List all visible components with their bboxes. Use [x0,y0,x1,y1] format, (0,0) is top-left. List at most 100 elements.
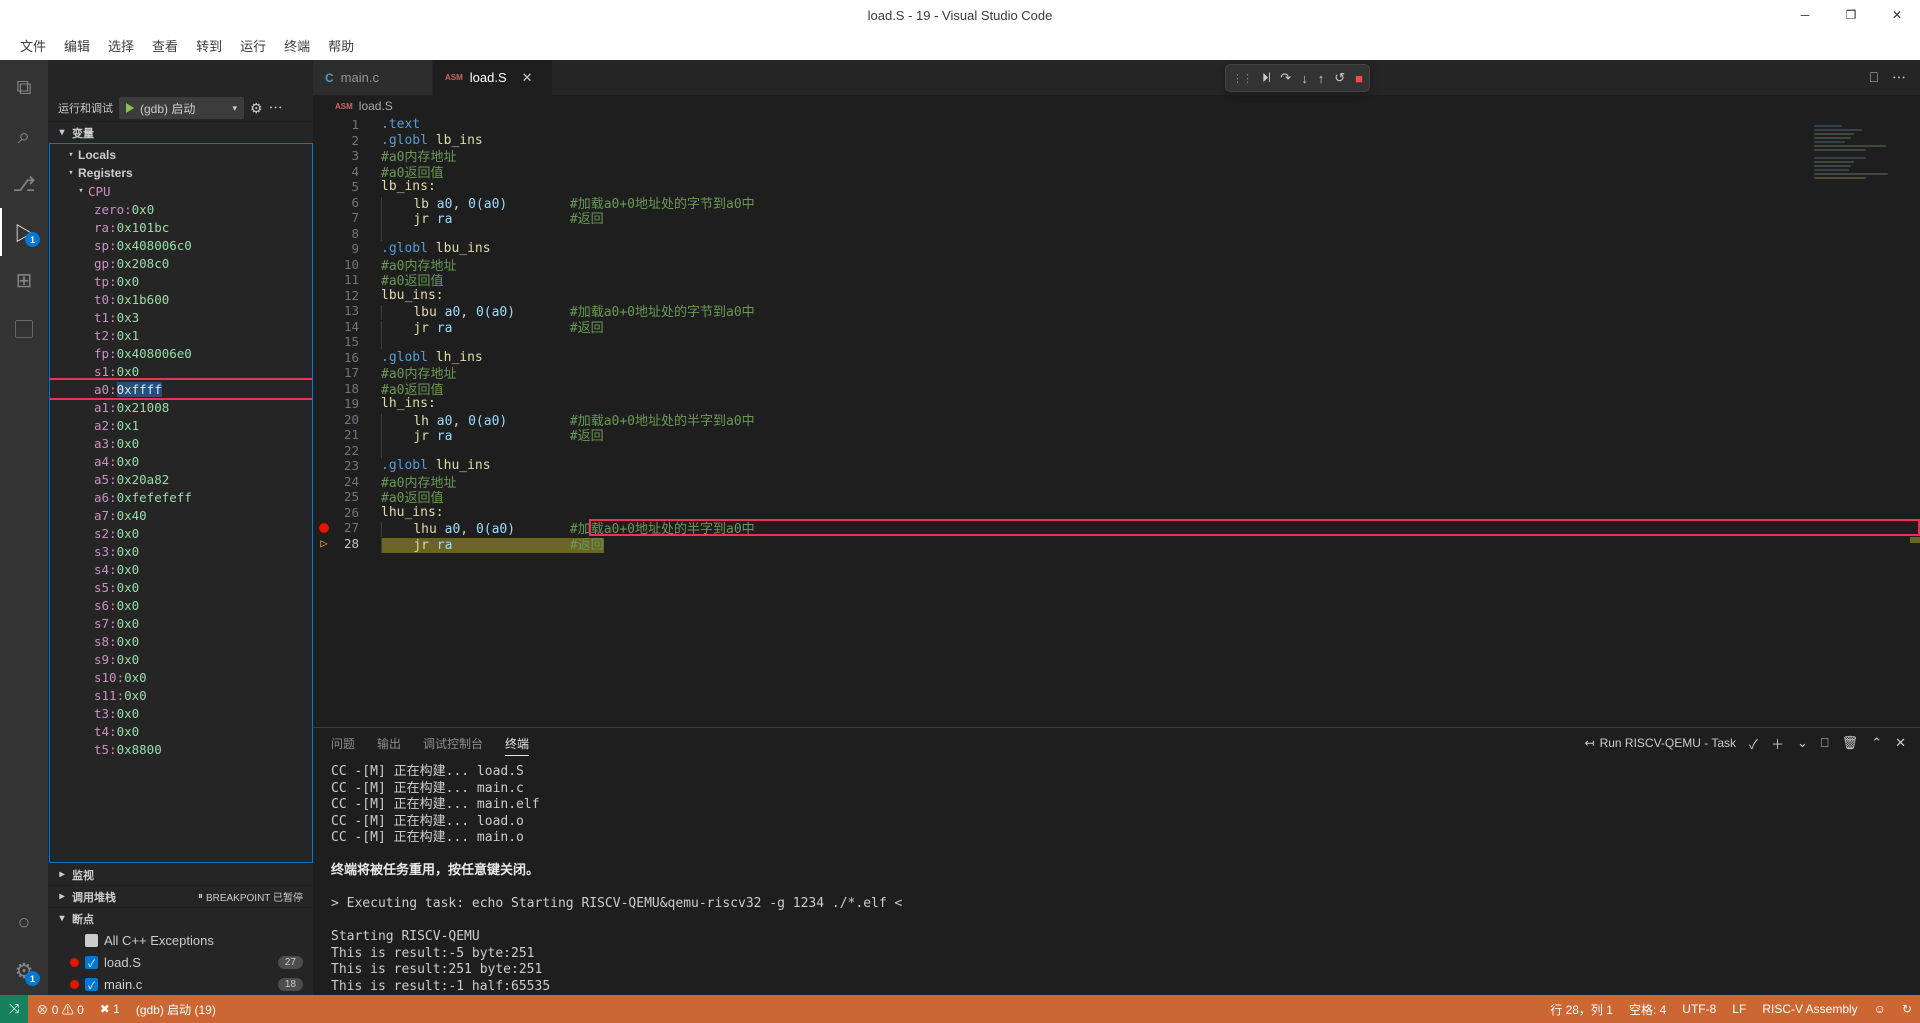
register-row-a6[interactable]: a6: 0xfefefeff [50,488,312,506]
terminal-task-name[interactable]: ↤ Run RISCV-QEMU - Task [1585,736,1737,750]
minimap[interactable] [1814,125,1906,185]
menu-file[interactable]: 文件 [12,32,54,59]
status-eol[interactable]: LF [1724,995,1754,1023]
step-into-button[interactable]: ↓ [1301,71,1308,86]
breakpoint-item[interactable]: ✓load.S27 [48,951,313,973]
register-row-t2[interactable]: t2: 0x1 [50,326,312,344]
register-row-a5[interactable]: a5: 0x20a82 [50,470,312,488]
register-row-tp[interactable]: tp: 0x0 [50,272,312,290]
register-row-s4[interactable]: s4: 0x0 [50,560,312,578]
status-language-mode[interactable]: RISC-V Assembly [1754,995,1865,1023]
step-out-button[interactable]: ↑ [1318,71,1325,86]
code-editor[interactable]: 1.text2.globl lb_ins3#a0内存地址4#a0返回值5lb_i… [313,117,1920,727]
variables-section-header[interactable]: ▾ 变量 [48,121,313,143]
register-row-s5[interactable]: s5: 0x0 [50,578,312,596]
code-line[interactable]: 7 jr ra #返回 [313,210,1920,226]
code-line[interactable]: 11#a0返回值 [313,272,1920,288]
grip-icon[interactable]: ⋮⋮ [1232,72,1252,85]
register-row-s11[interactable]: s11: 0x0 [50,686,312,704]
register-row-sp[interactable]: sp: 0x408006c0 [50,236,312,254]
register-row-a1[interactable]: a1: 0x21008 [50,398,312,416]
variables-tree[interactable]: ▾Locals▾Registers▾CPUzero: 0x0ra: 0x101b… [49,143,313,863]
code-line[interactable]: 15 [313,334,1920,350]
register-row-a3[interactable]: a3: 0x0 [50,434,312,452]
register-row-gp[interactable]: gp: 0x208c0 [50,254,312,272]
register-row-t4[interactable]: t4: 0x0 [50,722,312,740]
tab-load-s[interactable]: ASM load.S ✕ [433,60,553,95]
stop-button[interactable]: ■ [1355,71,1363,86]
register-row-t3[interactable]: t3: 0x0 [50,704,312,722]
check-icon[interactable]: ✓ [1749,734,1758,753]
callstack-section-header[interactable]: ▸ 调用堆栈 ⏸ BREAKPOINT 已暂停 [48,885,313,907]
code-line[interactable]: 18#a0返回值 [313,381,1920,397]
status-notifications[interactable]: ↻ [1894,995,1920,1023]
tab-output[interactable]: 输出 [377,728,401,758]
debug-more-actions-icon[interactable]: ⋯ [269,98,284,118]
breakpoint-gutter[interactable] [313,523,335,533]
restart-button[interactable]: ↺ [1334,70,1345,86]
register-row-t0[interactable]: t0: 0x1b600 [50,290,312,308]
breakpoint-gutter[interactable]: ▷ [313,536,335,550]
activity-extensions[interactable]: ⊞ [0,256,48,304]
menu-selection[interactable]: 选择 [100,32,142,59]
register-row-fp[interactable]: fp: 0x408006e0 [50,344,312,362]
status-problems[interactable]: ⊗ 0 ⚠ 0 [28,995,91,1023]
minimize-button[interactable]: ─ [1782,0,1828,30]
debug-config-gear-icon[interactable]: ⚙ [250,100,263,117]
activity-run-and-debug[interactable]: ▷ 1 [0,208,48,256]
chevron-down-icon[interactable]: ⌄ [1797,735,1808,751]
maximize-button[interactable]: ❐ [1828,0,1874,30]
activity-settings[interactable]: ⚙ 1 [0,947,48,995]
register-row-t5[interactable]: t5: 0x8800 [50,740,312,758]
menu-edit[interactable]: 编辑 [56,32,98,59]
continue-button[interactable]: ⏵❘ [1262,70,1270,86]
menu-terminal[interactable]: 终端 [276,32,318,59]
menu-go[interactable]: 转到 [188,32,230,59]
close-icon[interactable]: ✕ [1895,735,1906,751]
breakpoints-section-header[interactable]: ▾ 断点 [48,907,313,929]
watch-section-header[interactable]: ▸ 监视 [48,863,313,885]
code-line[interactable]: 25#a0返回值 [313,489,1920,505]
activity-source-control[interactable]: ⎇ [0,160,48,208]
trash-icon[interactable]: 🗑 [1842,735,1859,751]
activity-search[interactable]: ⌕ [0,112,48,160]
status-encoding[interactable]: UTF-8 [1674,995,1724,1023]
status-debug-launch[interactable]: (gdb) 启动 (19) [128,995,224,1023]
breakpoint-item[interactable]: All C++ Exceptions [48,929,313,951]
register-row-s10[interactable]: s10: 0x0 [50,668,312,686]
chevron-up-icon[interactable]: ⌃ [1871,735,1882,751]
register-row-s3[interactable]: s3: 0x0 [50,542,312,560]
register-row-a2[interactable]: a2: 0x1 [50,416,312,434]
plus-icon[interactable]: ＋ [1771,734,1784,753]
register-row-a7[interactable]: a7: 0x40 [50,506,312,524]
close-button[interactable]: ✕ [1874,0,1920,30]
breadcrumb[interactable]: ASM load.S [313,95,1920,117]
breakpoint-checkbox[interactable]: ✓ [85,956,98,969]
register-row-s7[interactable]: s7: 0x0 [50,614,312,632]
register-row-s1[interactable]: s1: 0x0 [50,362,312,380]
register-row-s2[interactable]: s2: 0x0 [50,524,312,542]
ellipsis-icon[interactable]: ⋯ [1892,68,1906,88]
register-row-zero[interactable]: zero: 0x0 [50,200,312,218]
register-row-a4[interactable]: a4: 0x0 [50,452,312,470]
code-lines-container[interactable]: 1.text2.globl lb_ins3#a0内存地址4#a0返回值5lb_i… [313,117,1920,727]
activity-explorer[interactable]: ⧉ [0,64,48,112]
menu-run[interactable]: 运行 [232,32,274,59]
register-row-s6[interactable]: s6: 0x0 [50,596,312,614]
breakpoint-item[interactable]: ✓main.c18 [48,973,313,995]
tree-node-registers[interactable]: ▾Registers [50,164,312,182]
tab-main-c[interactable]: C main.c [313,60,433,95]
code-line[interactable]: 8 [313,226,1920,242]
tree-node-cpu[interactable]: ▾CPU [50,182,312,200]
code-line[interactable]: 22 [313,443,1920,459]
activity-remote-explorer[interactable]: ▢ [0,304,48,352]
tab-debug-console[interactable]: 调试控制台 [423,728,483,758]
split-icon[interactable]: ⎕ [1821,735,1829,751]
status-cursor-position[interactable]: 行 28，列 1 [1542,995,1621,1023]
code-line[interactable]: 21 jr ra #返回 [313,427,1920,443]
launch-config-dropdown[interactable]: (gdb) 启动 ▾ [119,97,244,119]
breakpoint-dot-icon[interactable] [319,523,329,533]
terminal-output[interactable]: CC -[M] 正在构建... load.SCC -[M] 正在构建... ma… [313,758,1920,995]
code-line[interactable]: ▷28 jr ra #返回 [313,536,1920,552]
code-line[interactable]: 4#a0返回值 [313,164,1920,180]
